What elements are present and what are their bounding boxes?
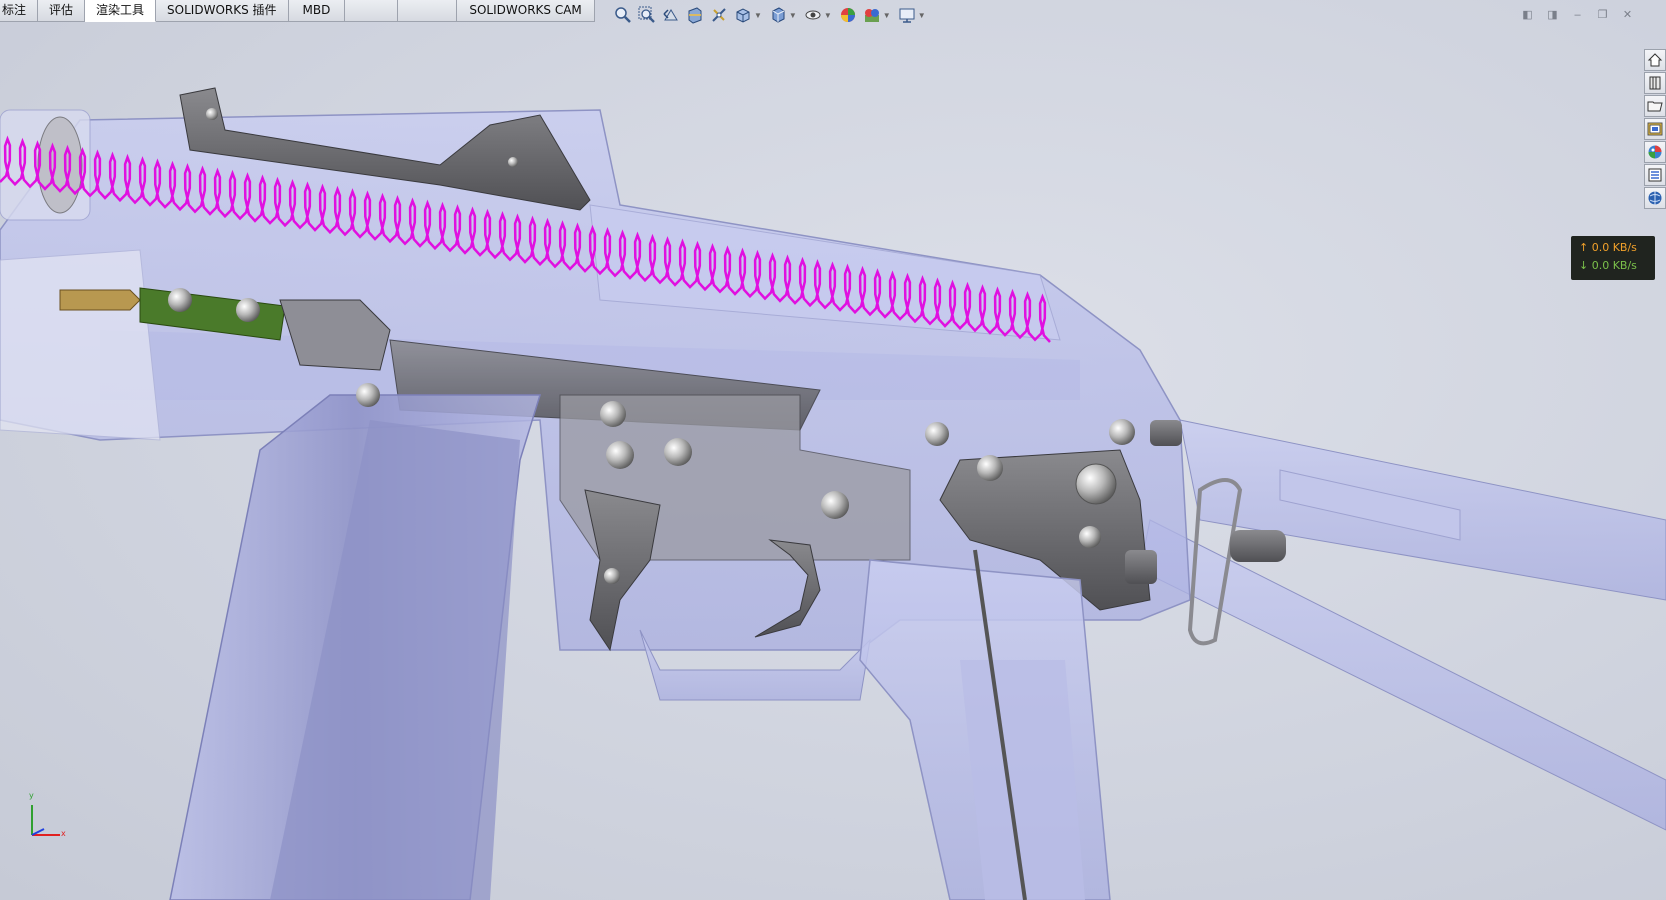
appearances-scenes-icon[interactable] [1644, 141, 1666, 163]
command-manager-tabs: 标注 评估 渲染工具 SOLIDWORKS 插件 MBD SOLIDWORKS … [0, 0, 595, 22]
heads-up-view-toolbar: ▼ ▼ ▼ ▼ ▼ [612, 4, 929, 26]
stock-latch[interactable] [1230, 530, 1286, 562]
tab-solidworks-addins[interactable]: SOLIDWORKS 插件 [156, 0, 289, 22]
triad-y-label: y [29, 791, 34, 800]
tab-render-tools[interactable]: 渲染工具 [85, 0, 157, 22]
download-speed-value: 0.0 KB/s [1591, 259, 1637, 272]
hide-show-items-icon[interactable] [802, 4, 824, 26]
custom-properties-icon[interactable] [1644, 164, 1666, 186]
apply-scene-dropdown-icon[interactable]: ▼ [883, 11, 891, 20]
tab-empty-1[interactable] [345, 0, 399, 22]
edit-appearance-icon[interactable] [837, 4, 859, 26]
view-orientation-dropdown-icon[interactable]: ▼ [754, 11, 762, 20]
upload-speed: ↑ 0.0 KB/s [1579, 241, 1637, 254]
view-palette-icon[interactable] [1644, 118, 1666, 140]
close-icon[interactable]: ✕ [1619, 6, 1636, 23]
previous-window-icon[interactable]: ◧ [1519, 6, 1536, 23]
view-orientation-icon[interactable] [732, 4, 754, 26]
network-speed-overlay: ↑ 0.0 KB/s ↓ 0.0 KB/s [1571, 236, 1655, 280]
graphics-area[interactable] [0, 0, 1666, 900]
display-style-icon[interactable] [767, 4, 789, 26]
pistol-grip[interactable] [859, 549, 1111, 900]
minimize-icon[interactable]: – [1569, 6, 1586, 23]
apply-scene-icon[interactable] [861, 4, 883, 26]
design-library-icon[interactable] [1644, 72, 1666, 94]
tab-evaluate[interactable]: 评估 [38, 0, 86, 22]
view-settings-icon[interactable] [896, 4, 918, 26]
view-settings-dropdown-icon[interactable]: ▼ [918, 11, 926, 20]
forum-icon[interactable] [1644, 187, 1666, 209]
display-style-dropdown-icon[interactable]: ▼ [789, 11, 797, 20]
zoom-to-fit-icon[interactable] [612, 4, 634, 26]
magazine[interactable] [169, 383, 542, 900]
download-speed: ↓ 0.0 KB/s [1579, 259, 1637, 272]
tab-empty-2[interactable] [398, 0, 458, 22]
zoom-to-area-icon[interactable] [636, 4, 658, 26]
tab-annotation[interactable]: 标注 [0, 0, 39, 22]
upload-speed-value: 0.0 KB/s [1591, 241, 1637, 254]
file-explorer-icon[interactable] [1644, 95, 1666, 117]
tab-solidworks-cam[interactable]: SOLIDWORKS CAM [457, 0, 595, 22]
reference-triad: y x [18, 791, 78, 855]
window-controls: ◧ ◨ – ❐ ✕ [1519, 6, 1636, 23]
dynamic-annotation-icon[interactable] [708, 4, 730, 26]
tab-mbd[interactable]: MBD [288, 0, 346, 22]
previous-view-icon[interactable] [660, 4, 682, 26]
section-view-icon[interactable] [684, 4, 706, 26]
task-pane-tabs [1644, 49, 1666, 209]
solidworks-resources-icon[interactable] [1644, 49, 1666, 71]
restore-icon[interactable]: ❐ [1594, 6, 1611, 23]
next-window-icon[interactable]: ◨ [1544, 6, 1561, 23]
triad-x-label: x [61, 829, 66, 838]
hide-show-dropdown-icon[interactable]: ▼ [824, 11, 832, 20]
